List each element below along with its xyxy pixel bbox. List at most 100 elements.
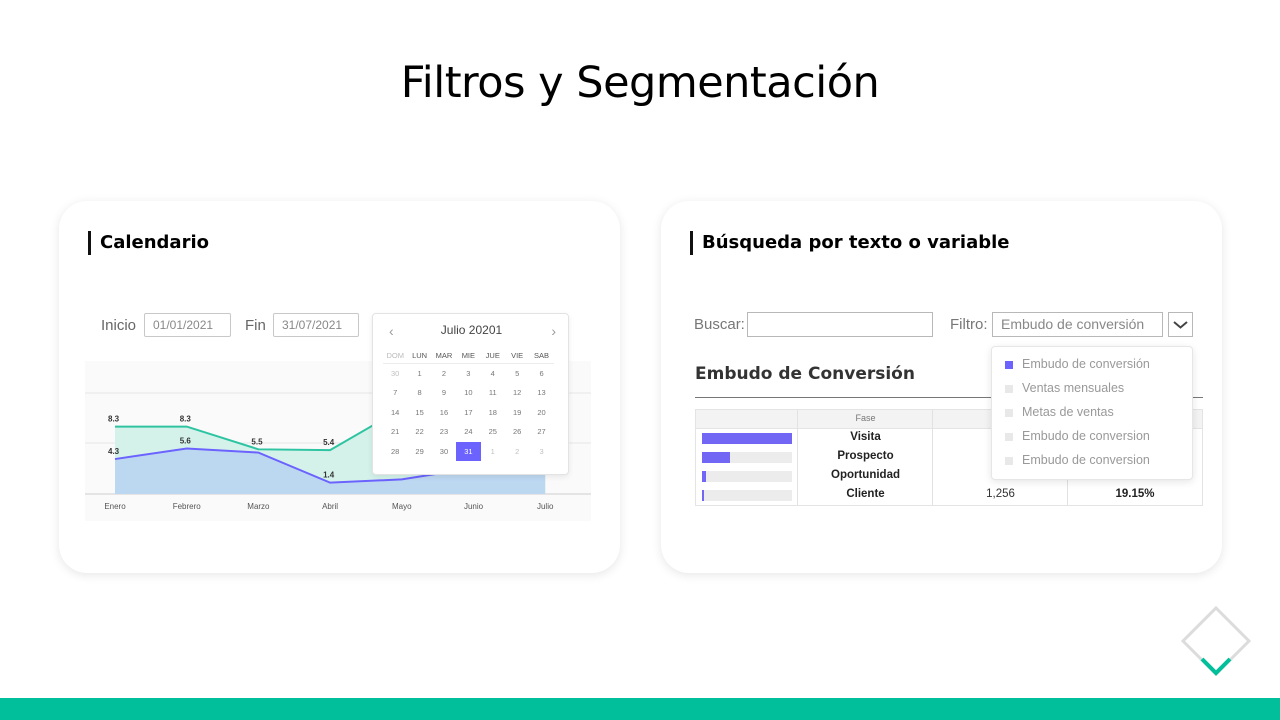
calendar-day[interactable]: 29 (407, 442, 431, 461)
filter-select[interactable]: Embudo de conversión (992, 312, 1163, 337)
chevron-right-icon[interactable]: › (551, 323, 556, 339)
calendar-day[interactable]: 3 (456, 364, 480, 383)
column-header: Fase (855, 413, 876, 423)
search-input[interactable] (747, 312, 933, 337)
filter-dropdown-button[interactable] (1168, 312, 1193, 337)
calendar-day[interactable]: 2 (505, 442, 529, 461)
checkbox-icon (1005, 409, 1013, 417)
brand-logo-icon (1180, 605, 1252, 677)
footer-accent-bar (0, 698, 1280, 720)
dropdown-option[interactable]: Ventas mensuales (992, 377, 1194, 401)
calendar-day[interactable]: 30 (432, 442, 456, 461)
value-cell: 1,256 (986, 488, 1015, 500)
calendar-day[interactable]: 2 (432, 364, 456, 383)
calendar-day[interactable]: 5 (505, 364, 529, 383)
calendar-day[interactable]: 26 (505, 422, 529, 441)
data-label: 1.4 (323, 471, 335, 480)
dropdown-option[interactable]: Embudo de conversion (992, 425, 1194, 449)
calendar-day[interactable]: 19 (505, 403, 529, 422)
funnel-title: Embudo de Conversión (695, 364, 915, 384)
checkbox-icon (1005, 433, 1013, 441)
search-label: Buscar: (694, 316, 745, 333)
calendar-day[interactable]: 28 (383, 442, 407, 461)
funnel-bar (702, 490, 704, 501)
calendar-day[interactable]: 14 (383, 403, 407, 422)
table-row: Cliente 1,256 19.15% (696, 486, 1202, 505)
calendar-day[interactable]: 9 (432, 383, 456, 402)
calendar-grid: DOM LUN MAR MIE JUE VIE SAB 30 1 2 3 4 5 6 7 8 9 10 11 12 13… (383, 348, 554, 461)
search-card: Búsqueda por texto o variable Buscar: Fi… (661, 201, 1222, 573)
weekday-header: VIE (504, 348, 530, 364)
x-tick-label: Febrero (173, 502, 202, 511)
calendar-card: Calendario Inicio 01/01/2021 Fin 31/07/2… (59, 201, 620, 573)
card-heading: Búsqueda por texto o variable (690, 231, 1009, 255)
x-tick-label: Abril (322, 502, 338, 511)
dropdown-option[interactable]: Metas de ventas (992, 401, 1194, 425)
calendar-day[interactable]: 3 (529, 442, 553, 461)
funnel-bar-track (702, 452, 792, 463)
dropdown-option-label: Metas de ventas (1022, 405, 1114, 419)
funnel-bar (702, 433, 792, 444)
x-tick-label: Junio (464, 502, 484, 511)
calendar-day[interactable]: 21 (383, 422, 407, 441)
dropdown-option[interactable]: Embudo de conversion (992, 449, 1194, 473)
filter-label: Filtro: (950, 316, 988, 333)
calendar-day[interactable]: 25 (481, 422, 505, 441)
calendar-day[interactable]: 22 (407, 422, 431, 441)
funnel-bar-track (702, 490, 792, 501)
calendar-day[interactable]: 18 (481, 403, 505, 422)
calendar-day-selected[interactable]: 31 (456, 441, 481, 461)
calendar-day[interactable]: 30 (383, 364, 407, 383)
calendar-day[interactable]: 24 (456, 422, 480, 441)
weekday-header: SAB (529, 348, 554, 364)
checkbox-icon (1005, 385, 1013, 393)
calendar-day[interactable]: 6 (529, 364, 553, 383)
phase-cell: Oportunidad (831, 469, 900, 481)
start-date-input[interactable]: 01/01/2021 (144, 313, 231, 337)
end-date-label: Fin (245, 317, 266, 334)
calendar-day[interactable]: 1 (407, 364, 431, 383)
calendar-day[interactable]: 23 (432, 422, 456, 441)
x-tick-label: Marzo (247, 502, 270, 511)
calendar-day[interactable]: 20 (529, 403, 553, 422)
funnel-bar (702, 471, 706, 482)
date-picker: ‹ Julio 20201 › DOM LUN MAR MIE JUE VIE SAB 30 1… (372, 313, 569, 475)
dropdown-option[interactable]: Embudo de conversión (992, 353, 1194, 377)
weekday-header: LUN (407, 348, 432, 364)
data-label: 5.6 (180, 437, 192, 446)
data-label: 8.3 (180, 415, 192, 424)
calendar-day[interactable]: 17 (456, 403, 480, 422)
funnel-bar (702, 452, 730, 463)
dropdown-option-label: Embudo de conversion (1022, 453, 1150, 467)
checkbox-icon (1005, 457, 1013, 465)
calendar-day[interactable]: 8 (407, 383, 431, 402)
calendar-day[interactable]: 16 (432, 403, 456, 422)
calendar-day[interactable]: 11 (481, 383, 505, 402)
calendar-day[interactable]: 1 (481, 442, 505, 461)
weekday-header: JUE (480, 348, 505, 364)
phase-cell: Cliente (846, 488, 885, 500)
calendar-day[interactable]: 12 (505, 383, 529, 402)
calendar-month-title: Julio 20201 (440, 323, 503, 337)
end-date-input[interactable]: 31/07/2021 (273, 313, 359, 337)
percent-cell: 19.15% (1115, 488, 1155, 500)
calendar-day[interactable]: 13 (529, 383, 553, 402)
checkbox-icon (1005, 361, 1013, 369)
funnel-bar-track (702, 433, 792, 444)
card-heading: Calendario (88, 231, 209, 255)
data-label: 5.5 (251, 437, 263, 446)
start-date-label: Inicio (101, 317, 137, 334)
calendar-day[interactable]: 27 (529, 422, 553, 441)
filter-dropdown-menu: Embudo de conversión Ventas mensuales Meta… (991, 346, 1193, 480)
dropdown-option-label: Embudo de conversion (1022, 429, 1150, 443)
calendar-day[interactable]: 4 (481, 364, 505, 383)
weekday-header: MIE (456, 348, 481, 364)
x-tick-label: Mayo (392, 502, 412, 511)
dropdown-option-label: Ventas mensuales (1022, 381, 1125, 395)
phase-cell: Prospecto (837, 450, 894, 462)
calendar-day[interactable]: 10 (456, 383, 480, 402)
calendar-day[interactable]: 15 (407, 403, 431, 422)
data-label: 5.4 (323, 438, 335, 447)
calendar-day[interactable]: 7 (383, 383, 407, 402)
funnel-bar-track (702, 471, 792, 482)
